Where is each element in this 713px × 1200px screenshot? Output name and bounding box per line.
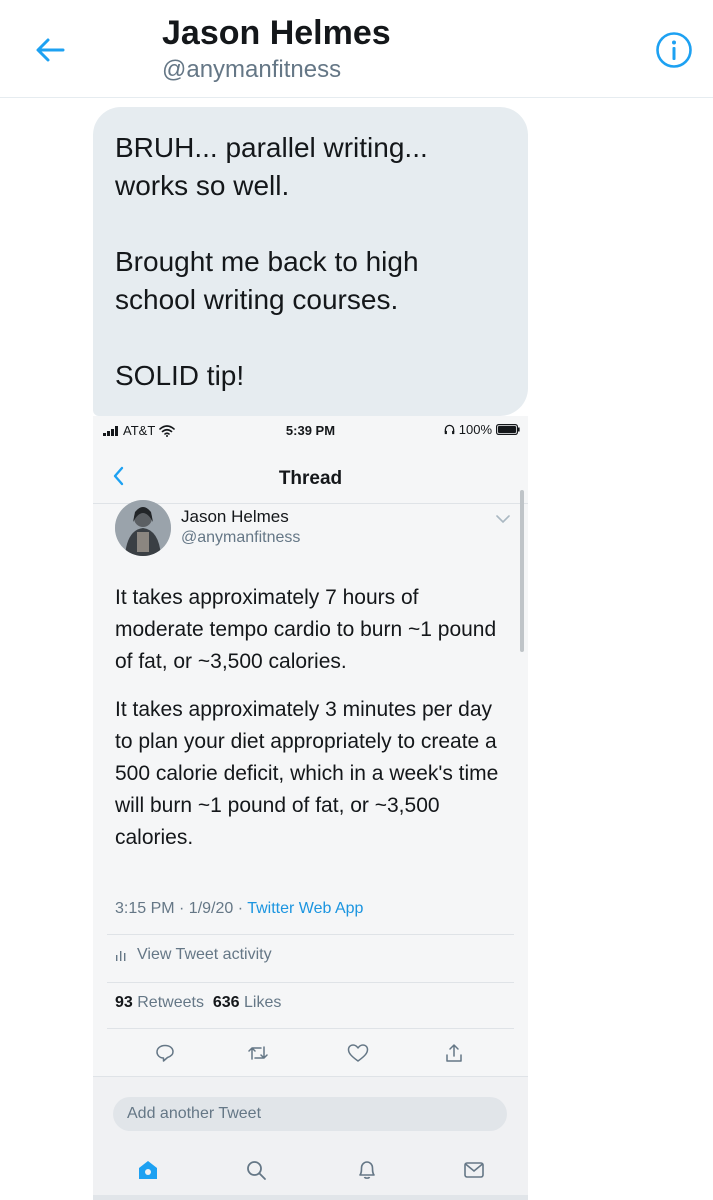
view-tweet-activity-button[interactable]: View Tweet activity xyxy=(115,946,272,964)
message-text: BRUH... parallel writing... works so wel… xyxy=(115,132,428,391)
tab-notifications[interactable] xyxy=(352,1155,382,1185)
like-button[interactable] xyxy=(343,1038,373,1068)
tweet-paragraph: It takes approximately 3 minutes per day… xyxy=(115,698,499,849)
thread-title: Thread xyxy=(278,468,343,489)
share-icon xyxy=(446,1044,462,1062)
home-icon xyxy=(139,1161,157,1179)
retweet-button[interactable] xyxy=(243,1038,273,1068)
battery-icon xyxy=(496,424,520,435)
share-button[interactable] xyxy=(439,1038,469,1068)
composer-area: Add another Tweet xyxy=(93,1076,528,1200)
info-button[interactable] xyxy=(652,28,696,72)
like-icon xyxy=(347,1044,369,1062)
tweet-menu-button[interactable] xyxy=(493,512,513,526)
avatar-image xyxy=(115,500,171,556)
tweet-author-name[interactable]: Jason Helmes xyxy=(181,507,289,527)
headphones-icon xyxy=(444,424,455,435)
tweet-meta: 3:15 PM · 1/9/20 · Twitter Web App xyxy=(115,900,363,918)
battery-percent: 100% xyxy=(458,422,492,437)
messages-icon xyxy=(464,1162,484,1178)
reply-icon xyxy=(156,1044,174,1062)
avatar[interactable] xyxy=(115,500,171,556)
conversation-handle: @anymanfitness xyxy=(162,56,342,83)
tab-messages[interactable] xyxy=(459,1155,489,1185)
conversation-name: Jason Helmes xyxy=(162,14,391,52)
engagement-counts: 93 Retweets 636 Likes xyxy=(115,994,281,1012)
info-icon xyxy=(656,32,692,68)
add-tweet-input[interactable]: Add another Tweet xyxy=(113,1097,507,1131)
scrollbar[interactable] xyxy=(520,490,524,652)
status-bar: AT&T 5:39 PM 100% xyxy=(93,416,528,446)
divider xyxy=(107,982,514,983)
retweet-icon xyxy=(248,1046,268,1060)
back-button[interactable] xyxy=(30,30,70,70)
bar-chart-icon xyxy=(116,951,126,961)
reply-button[interactable] xyxy=(150,1038,180,1068)
tab-home[interactable] xyxy=(133,1155,163,1185)
notifications-icon xyxy=(359,1161,375,1179)
message-bubble[interactable]: BRUH... parallel writing... works so wel… xyxy=(93,107,528,416)
arrow-left-icon xyxy=(36,38,65,62)
tweet-timestamp: 3:15 PM · 1/9/20 · xyxy=(115,900,248,917)
tweet-actions xyxy=(93,1038,528,1068)
tab-search[interactable] xyxy=(241,1155,271,1185)
tweet-author-handle[interactable]: @anymanfitness xyxy=(181,529,300,547)
thread-nav-bar: Thread xyxy=(93,446,528,504)
retweets-count[interactable]: 93 xyxy=(115,994,133,1011)
attached-screenshot[interactable]: AT&T 5:39 PM 100% Thread Jason Helmes @a… xyxy=(93,416,528,1200)
view-tweet-activity-label: View Tweet activity xyxy=(137,946,272,963)
tweet-paragraph: It takes approximately 7 hours of modera… xyxy=(115,586,497,673)
divider xyxy=(107,1028,514,1029)
chevron-down-icon xyxy=(496,515,510,524)
divider xyxy=(107,934,514,935)
tweet-source-link[interactable]: Twitter Web App xyxy=(247,900,363,917)
screenshot-bottom-edge xyxy=(93,1195,528,1200)
search-icon xyxy=(247,1161,266,1180)
add-tweet-placeholder: Add another Tweet xyxy=(127,1105,262,1122)
retweets-label[interactable]: Retweets xyxy=(137,994,204,1011)
likes-label[interactable]: Likes xyxy=(244,994,281,1011)
dm-header: Jason Helmes @anymanfitness xyxy=(0,0,713,98)
likes-count[interactable]: 636 xyxy=(213,994,240,1011)
bottom-tab-bar xyxy=(93,1147,528,1197)
